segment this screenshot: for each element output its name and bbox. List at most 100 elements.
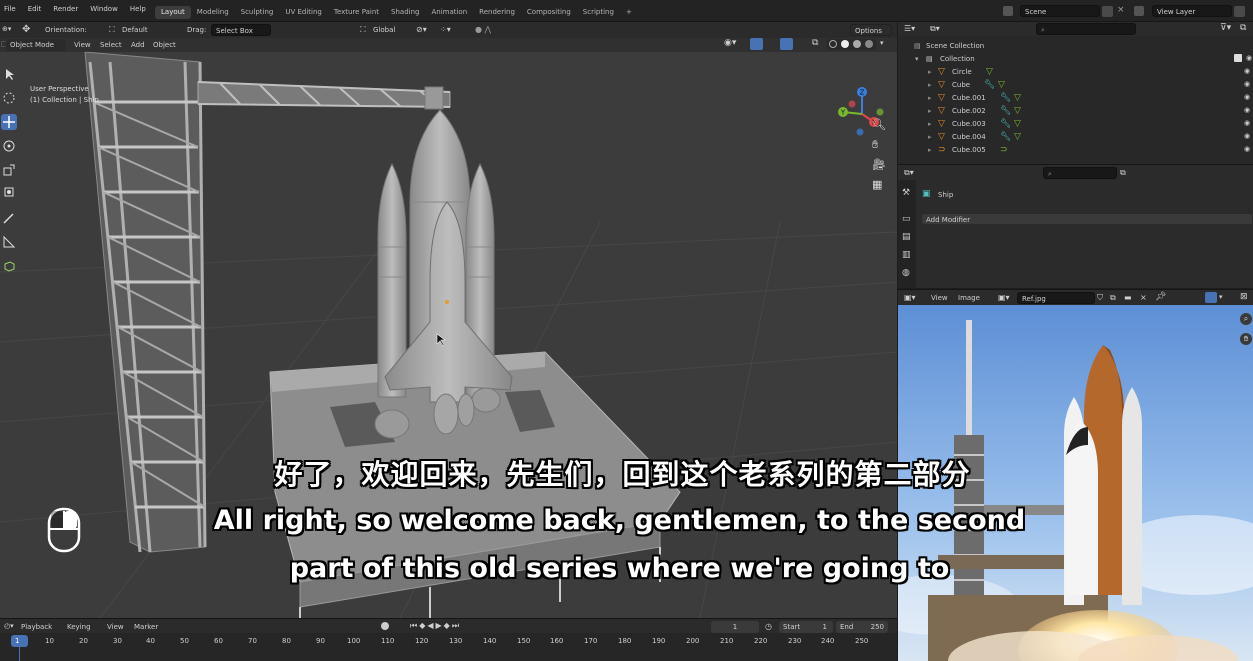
- view-layer-tab-icon[interactable]: ▥: [902, 250, 911, 260]
- solid-shading-icon[interactable]: [841, 40, 849, 48]
- outliner-row-cube-005[interactable]: ▸ ⊃ Cube.005 ⊃ ◉: [898, 144, 1253, 157]
- expand-arrow-icon[interactable]: ▸: [928, 146, 932, 154]
- outliner-row-cube-001[interactable]: ▸ ▽ Cube.001 🔧︎ ▽ ◉: [898, 92, 1253, 105]
- tab-texture-paint[interactable]: Texture Paint: [328, 6, 385, 19]
- shading-dropdown-icon[interactable]: ▾: [880, 39, 884, 47]
- view-layer-field[interactable]: View Layer: [1152, 5, 1232, 17]
- dropdown-arrow-icon[interactable]: ▾: [1219, 293, 1223, 301]
- cursor-tool-icon[interactable]: [1, 90, 17, 106]
- output-tab-icon[interactable]: ▤: [902, 232, 911, 242]
- mode-select[interactable]: Object Mode: [6, 39, 66, 51]
- expand-arrow-icon[interactable]: ▸: [928, 107, 932, 115]
- start-frame-field[interactable]: Start 1: [779, 621, 833, 633]
- select-tool-icon[interactable]: [1, 66, 17, 82]
- outliner-row-collection[interactable]: ▾ ▤ Collection ◉: [898, 53, 1253, 66]
- annotate-tool-icon[interactable]: [1, 210, 17, 226]
- preview-range-icon[interactable]: ◷: [765, 622, 772, 631]
- menu-window[interactable]: Window: [90, 5, 118, 13]
- add-cube-tool-icon[interactable]: [1, 258, 17, 274]
- filter-icon[interactable]: ⊽▾: [1220, 23, 1231, 33]
- rotate-tool-icon[interactable]: [1, 138, 17, 154]
- collection-checkbox[interactable]: [1234, 54, 1242, 62]
- perspective-toggle-icon[interactable]: ▦: [872, 178, 886, 192]
- current-frame-field[interactable]: 1: [711, 621, 759, 633]
- scale-tool-icon[interactable]: [1, 162, 17, 178]
- browse-image-icon[interactable]: ▣▾: [998, 293, 1010, 302]
- gizmo-toggle-icon[interactable]: [750, 38, 763, 50]
- zoom-icon[interactable]: 🔍︎: [872, 118, 886, 132]
- menu-view[interactable]: View: [74, 41, 91, 49]
- toggle-sidebar-icon[interactable]: ⊠: [1240, 292, 1248, 302]
- outliner-search-input[interactable]: ⌕: [1036, 23, 1136, 35]
- menu-add[interactable]: Add: [131, 41, 145, 49]
- keying-menu[interactable]: Keying: [67, 623, 91, 631]
- outliner-row-cube[interactable]: ▸ ▽ Cube 🔧︎ ▽ ◉: [898, 79, 1253, 92]
- menu-select[interactable]: Select: [100, 41, 122, 49]
- tab-modeling[interactable]: Modeling: [191, 6, 235, 19]
- play-reverse-icon[interactable]: ◀: [427, 621, 435, 630]
- add-modifier-button[interactable]: Add Modifier: [921, 213, 1253, 225]
- outliner-row-scene-collection[interactable]: ▤ Scene Collection: [898, 40, 1253, 53]
- outliner-scrollbar[interactable]: [1244, 40, 1250, 160]
- pan-hand-icon[interactable]: ✋︎: [1240, 333, 1252, 345]
- navigation-gizmo[interactable]: Z Y X: [832, 84, 892, 144]
- tab-scripting[interactable]: Scripting: [577, 6, 620, 19]
- xray-icon[interactable]: ⧉: [812, 38, 818, 48]
- pin-image-icon[interactable]: 📌︎: [1155, 292, 1166, 302]
- menu-render[interactable]: Render: [53, 5, 78, 13]
- camera-view-icon[interactable]: 🎥︎: [872, 158, 886, 172]
- expand-arrow-icon[interactable]: ▸: [928, 133, 932, 141]
- scene-new-icon[interactable]: [1102, 6, 1113, 17]
- tab-rendering[interactable]: Rendering: [473, 6, 521, 19]
- image-view-menu[interactable]: View: [931, 294, 948, 302]
- overlay-toggle-icon[interactable]: [780, 38, 793, 50]
- rendered-shading-icon[interactable]: [865, 40, 873, 48]
- image-menu[interactable]: Image: [958, 294, 980, 302]
- playhead[interactable]: [11, 635, 28, 647]
- proportional-edit-icon[interactable]: ● ⋀: [475, 25, 491, 34]
- render-tab-icon[interactable]: ▭: [902, 214, 911, 224]
- view-layer-new-icon[interactable]: [1234, 6, 1245, 17]
- outliner-row-cube-003[interactable]: ▸ ▽ Cube.003 🔧︎ ▽ ◉: [898, 118, 1253, 131]
- menu-object[interactable]: Object: [153, 41, 176, 49]
- marker-menu[interactable]: Marker: [134, 623, 158, 631]
- drag-select[interactable]: Select Box: [211, 24, 271, 36]
- editor-type-icon[interactable]: ⊕▾: [2, 25, 11, 33]
- measure-tool-icon[interactable]: [1, 234, 17, 250]
- fake-user-shield-icon[interactable]: ⛉: [1097, 293, 1103, 303]
- expand-arrow-icon[interactable]: ▸: [928, 120, 932, 128]
- timeline-editor-icon[interactable]: ◴▾: [4, 622, 14, 630]
- move-tool-icon[interactable]: [1, 114, 17, 130]
- open-image-folder-icon[interactable]: ▬: [1124, 293, 1132, 302]
- tab-uv-editing[interactable]: UV Editing: [279, 6, 328, 19]
- next-key-icon[interactable]: ◆: [444, 621, 452, 630]
- zoom-icon[interactable]: ⌕: [1240, 313, 1252, 325]
- menu-help[interactable]: Help: [130, 5, 146, 13]
- jump-start-icon[interactable]: ⏮: [410, 621, 419, 630]
- expand-arrow-icon[interactable]: ▸: [928, 68, 932, 76]
- image-name-field[interactable]: Ref.jpg: [1017, 292, 1095, 304]
- menu-file[interactable]: File: [4, 5, 16, 13]
- image-editor-icon[interactable]: ▣▾: [904, 293, 916, 302]
- transform-tool-icon[interactable]: [1, 184, 17, 200]
- tab-compositing[interactable]: Compositing: [521, 6, 577, 19]
- timeline-ruler[interactable]: 1 10 20 30 40 50 60 70 80 90 100 110 120…: [0, 633, 897, 661]
- tool-tab-icon[interactable]: ⚒: [902, 188, 910, 198]
- scene-field[interactable]: Scene: [1020, 5, 1100, 17]
- wireframe-shading-icon[interactable]: [829, 40, 837, 48]
- tab-animation[interactable]: Animation: [425, 6, 473, 19]
- properties-editor-icon[interactable]: ⧉▾: [904, 168, 914, 178]
- tab-sculpting[interactable]: Sculpting: [235, 6, 280, 19]
- display-mode-icon[interactable]: ⧉▾: [930, 24, 940, 34]
- scene-close-icon[interactable]: ×: [1117, 5, 1125, 15]
- outliner-row-cube-002[interactable]: ▸ ▽ Cube.002 🔧︎ ▽ ◉: [898, 105, 1253, 118]
- outliner-row-cube-004[interactable]: ▸ ▽ Cube.004 🔧︎ ▽ ◉: [898, 131, 1253, 144]
- playback-menu[interactable]: Playback: [21, 623, 52, 631]
- snap-icon[interactable]: ⁘▾: [440, 25, 451, 34]
- pan-hand-icon[interactable]: ✋︎: [872, 138, 886, 152]
- scene-tab-icon[interactable]: ◍: [902, 268, 910, 278]
- tab-shading[interactable]: Shading: [385, 6, 425, 19]
- expand-arrow-icon[interactable]: ▾: [915, 55, 919, 63]
- play-icon[interactable]: ▶: [436, 621, 444, 630]
- menu-edit[interactable]: Edit: [28, 5, 42, 13]
